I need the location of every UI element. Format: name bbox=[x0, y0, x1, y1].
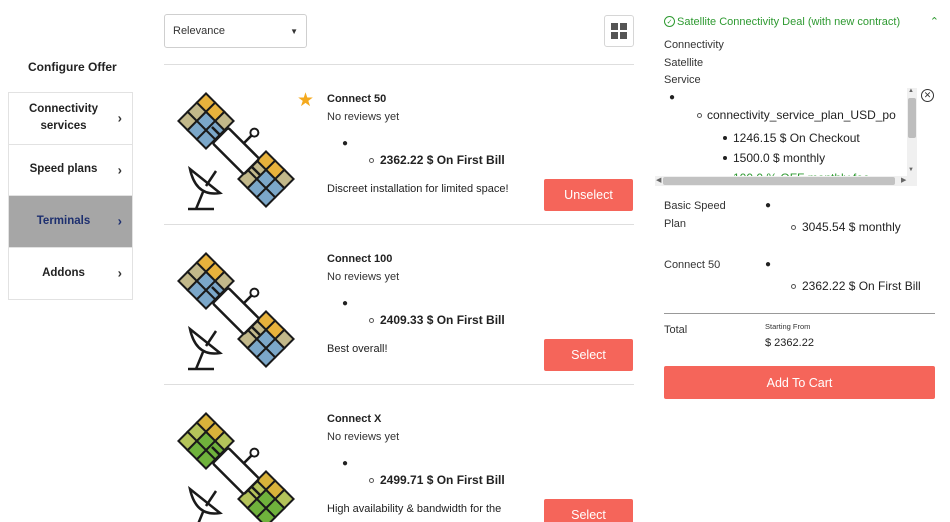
product-list: ★ Connect 50 No reviews yet ● 2362.22 $ … bbox=[164, 64, 634, 522]
deal-header[interactable]: ✓ Satellite Connectivity Deal (with new … bbox=[664, 15, 939, 28]
sort-value: Relevance bbox=[173, 25, 225, 37]
star-icon[interactable]: ★ bbox=[297, 89, 314, 112]
configure-offer-title: Configure Offer bbox=[28, 60, 117, 74]
line-item-terminal-price: 2362.22 $ On First Bill bbox=[791, 279, 921, 293]
product-description: Discreet installation for limited space! bbox=[327, 183, 509, 195]
plan-checkout-price: 1246.15 $ On Checkout bbox=[723, 131, 860, 145]
summary-divider bbox=[664, 313, 935, 314]
satellite-icon bbox=[177, 92, 295, 211]
sidebar-item-speed-plans[interactable]: Speed plans › bbox=[9, 145, 132, 196]
add-to-cart-button[interactable]: Add To Cart bbox=[664, 366, 935, 399]
product-reviews: No reviews yet bbox=[327, 271, 400, 283]
unselect-button[interactable]: Unselect bbox=[544, 179, 633, 211]
plan-detail-scrollbox[interactable]: ● connectivity_service_plan_USD_po 1246.… bbox=[655, 88, 917, 188]
sidebar-item-label: Terminals bbox=[36, 214, 91, 227]
plan-name: connectivity_service_plan_USD_po bbox=[697, 108, 896, 122]
plan-monthly-price: 1500.0 $ monthly bbox=[723, 151, 825, 165]
sidebar-item-terminals[interactable]: Terminals › bbox=[9, 196, 132, 248]
starting-from-label: Starting From bbox=[765, 322, 811, 331]
bullet: ● bbox=[342, 458, 349, 469]
vertical-scrollbar[interactable]: ▲ ▼ bbox=[907, 88, 917, 176]
bullet: ● bbox=[342, 138, 349, 149]
product-name: Connect 50 bbox=[327, 93, 387, 105]
sidebar-item-label: Speed plans bbox=[29, 163, 98, 176]
select-button[interactable]: Select bbox=[544, 499, 633, 522]
total-label: Total bbox=[664, 324, 688, 336]
sort-dropdown[interactable]: Relevance ▼ bbox=[164, 14, 307, 48]
line-item-speed-plan-label: Basic Speed Plan bbox=[664, 200, 726, 230]
service-label: Connectivity Satellite Service bbox=[664, 39, 724, 86]
product-price: 2362.22 $ On First Bill bbox=[369, 153, 505, 167]
sidebar-item-addons[interactable]: Addons › bbox=[9, 248, 132, 300]
line-item-terminal-label: Connect 50 bbox=[664, 259, 721, 271]
order-summary: ✓ Satellite Connectivity Deal (with new … bbox=[655, 0, 945, 522]
product-name: Connect X bbox=[327, 413, 382, 425]
product-name: Connect 100 bbox=[327, 253, 393, 265]
offer-sidebar: Connectivity services › Speed plans › Te… bbox=[8, 92, 133, 300]
bullet: ● bbox=[342, 298, 349, 309]
product-card: Connect 100 No reviews yet ● 2409.33 $ O… bbox=[164, 224, 634, 384]
sidebar-item-connectivity-services[interactable]: Connectivity services › bbox=[9, 93, 132, 145]
product-reviews: No reviews yet bbox=[327, 111, 400, 123]
product-price: 2499.71 $ On First Bill bbox=[369, 473, 505, 487]
caret-down-icon: ▼ bbox=[290, 26, 298, 36]
grid-view-icon[interactable] bbox=[604, 15, 634, 47]
chevron-right-icon: › bbox=[117, 213, 122, 229]
bullet: ● bbox=[765, 200, 772, 211]
chevron-right-icon: › bbox=[117, 265, 122, 281]
close-icon[interactable]: ✕ bbox=[921, 89, 934, 102]
deal-title: Satellite Connectivity Deal (with new co… bbox=[677, 15, 901, 28]
sidebar-item-label: Connectivity services bbox=[28, 103, 98, 133]
sidebar-item-label: Addons bbox=[42, 266, 85, 279]
product-card: Connect X No reviews yet ● 2499.71 $ On … bbox=[164, 384, 634, 522]
product-reviews: No reviews yet bbox=[327, 431, 400, 443]
chevron-right-icon: › bbox=[117, 110, 122, 126]
satellite-icon bbox=[177, 252, 295, 371]
product-price: 2409.33 $ On First Bill bbox=[369, 313, 505, 327]
check-circle-icon: ✓ bbox=[664, 16, 675, 27]
product-description: Best overall! bbox=[327, 343, 388, 355]
product-card: ★ Connect 50 No reviews yet ● 2362.22 $ … bbox=[164, 64, 634, 224]
product-description: High availability & bandwidth for the bbox=[327, 503, 502, 515]
line-item-speed-plan-price: 3045.54 $ monthly bbox=[791, 220, 901, 234]
horizontal-scrollbar[interactable]: ◀ ▶ bbox=[655, 176, 917, 186]
chevron-right-icon: › bbox=[117, 162, 122, 178]
satellite-icon bbox=[177, 412, 295, 522]
bullet: ● bbox=[669, 92, 676, 103]
chevron-up-icon[interactable]: ⌃ bbox=[930, 15, 939, 28]
bullet: ● bbox=[765, 259, 772, 270]
total-value: $ 2362.22 bbox=[765, 337, 814, 349]
select-button[interactable]: Select bbox=[544, 339, 633, 371]
